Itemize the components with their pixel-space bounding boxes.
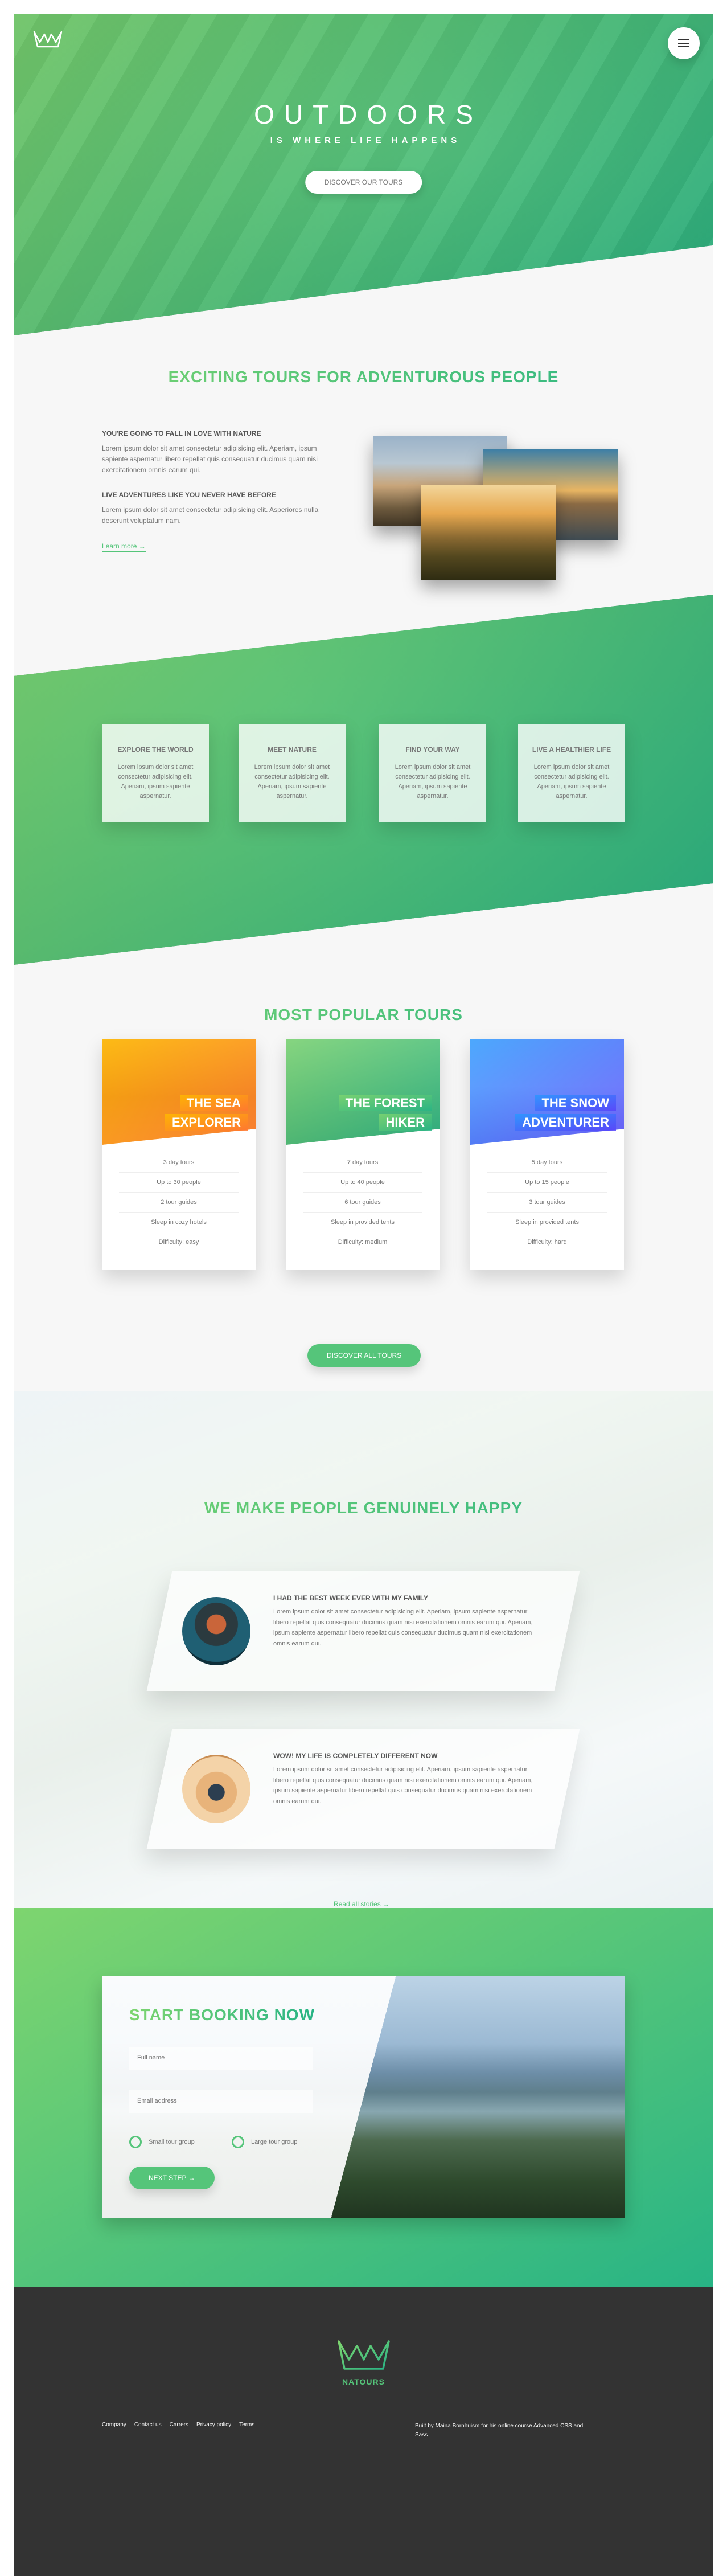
booking-heading: START BOOKING NOW: [129, 2006, 315, 2024]
feature-box: FIND YOUR WAY Lorem ipsum dolor sit amet…: [379, 724, 486, 822]
footer: NATOURS Company Contact us Carrers Priva…: [14, 2287, 713, 2576]
crown-logo-icon: [337, 2340, 390, 2370]
story-text: Lorem ipsum dolor sit amet consectetur a…: [273, 1766, 533, 1805]
feature-title: EXPLORE THE WORLD: [117, 746, 194, 753]
footer-credit: Built by Maina Bornhuism for his online …: [415, 2423, 584, 2438]
radio-small-group[interactable]: Small tour group: [129, 2136, 195, 2148]
about-block1-text: Lorem ipsum dolor sit amet consectetur a…: [102, 444, 318, 474]
stories-heading: WE MAKE PEOPLE GENUINELY HAPPY: [14, 1499, 713, 1517]
email-input[interactable]: [129, 2090, 313, 2113]
tour-details-list: 3 day tours Up to 30 people 2 tour guide…: [119, 1153, 239, 1252]
full-name-input[interactable]: [129, 2047, 313, 2070]
list-item: Sleep in provided tents: [303, 1213, 422, 1232]
radio-icon: [232, 2136, 244, 2148]
list-item: Up to 30 people: [119, 1173, 239, 1193]
feature-text: Lorem ipsum dolor sit amet consectetur a…: [117, 764, 194, 800]
list-item: 3 tour guides: [487, 1193, 607, 1213]
radio-label: Large tour group: [251, 2139, 298, 2145]
story-card: WOW! MY LIFE IS COMPLETELY DIFFERENT NOW…: [146, 1729, 580, 1849]
radio-label: Small tour group: [149, 2139, 195, 2145]
discover-tours-button[interactable]: DISCOVER OUR TOURS: [305, 171, 422, 194]
tour-card-sea[interactable]: THE SEA EXPLORER 3 day tours Up to 30 pe…: [102, 1039, 256, 1270]
story-title: WOW! MY LIFE IS COMPLETELY DIFFERENT NOW: [273, 1752, 438, 1760]
about-text: YOU'RE GOING TO FALL IN LOVE WITH NATURE…: [102, 429, 341, 552]
avatar: [182, 1755, 250, 1823]
tour-details-list: 5 day tours Up to 15 people 3 tour guide…: [487, 1153, 607, 1252]
about-photo-3[interactable]: [421, 485, 556, 580]
about-heading: EXCITING TOURS FOR ADVENTUROUS PEOPLE: [14, 368, 713, 386]
list-item: 6 tour guides: [303, 1193, 422, 1213]
list-item: 2 tour guides: [119, 1193, 239, 1213]
story-title: I HAD THE BEST WEEK EVER WITH MY FAMILY: [273, 1594, 429, 1602]
hamburger-icon: [678, 39, 689, 40]
crown-logo-icon: [33, 31, 63, 48]
feature-text: Lorem ipsum dolor sit amet consectetur a…: [254, 764, 330, 800]
hero-title-main: OUTDOORS: [254, 100, 483, 129]
next-step-button[interactable]: NEXT STEP →: [129, 2167, 215, 2189]
menu-button[interactable]: [668, 27, 700, 59]
page: OUTDOORS IS WHERE LIFE HAPPENS DISCOVER …: [14, 14, 713, 2576]
feature-box: EXPLORE THE WORLD Lorem ipsum dolor sit …: [102, 724, 209, 822]
avatar: [182, 1597, 250, 1665]
about-block2-title: LIVE ADVENTURES LIKE YOU NEVER HAVE BEFO…: [102, 490, 276, 499]
feature-text: Lorem ipsum dolor sit amet consectetur a…: [395, 764, 471, 800]
about-block1-title: YOU'RE GOING TO FALL IN LOVE WITH NATURE: [102, 429, 261, 437]
tour-card-snow[interactable]: THE SNOW ADVENTURER 5 day tours Up to 15…: [470, 1039, 624, 1270]
footer-link-company[interactable]: Company: [102, 2422, 126, 2428]
about-block2-text: Lorem ipsum dolor sit amet consectetur a…: [102, 505, 319, 525]
tours-heading: MOST POPULAR TOURS: [14, 1006, 713, 1024]
footer-link-contact[interactable]: Contact us: [134, 2422, 162, 2428]
footer-brand: NATOURS: [342, 2377, 385, 2386]
tour-card-heading: THE SNOW ADVENTURER: [515, 1094, 616, 1132]
list-item: 7 day tours: [303, 1153, 422, 1173]
radio-icon: [129, 2136, 142, 2148]
feature-title: FIND YOUR WAY: [405, 746, 460, 753]
story-text: Lorem ipsum dolor sit amet consectetur a…: [273, 1608, 533, 1648]
booking-card: START BOOKING NOW Small tour group Large…: [102, 1976, 625, 2218]
list-item: Sleep in provided tents: [487, 1213, 607, 1232]
tour-card-heading: THE SEA EXPLORER: [165, 1094, 248, 1132]
list-item: Difficulty: medium: [338, 1239, 388, 1246]
feature-title: MEET NATURE: [268, 746, 317, 753]
feature-box: LIVE A HEALTHIER LIFE Lorem ipsum dolor …: [518, 724, 625, 822]
footer-link-terms[interactable]: Terms: [239, 2422, 254, 2428]
logo[interactable]: [32, 30, 64, 53]
footer-logo[interactable]: NATOURS: [335, 2338, 392, 2386]
learn-more-link[interactable]: Learn more →: [102, 542, 146, 552]
list-item: Sleep in cozy hotels: [119, 1213, 239, 1232]
hero-title: OUTDOORS IS WHERE LIFE HAPPENS: [14, 99, 713, 145]
list-item: Up to 15 people: [487, 1173, 607, 1193]
list-item: Difficulty: hard: [527, 1239, 567, 1246]
list-item: Difficulty: easy: [158, 1239, 199, 1246]
tour-details-list: 7 day tours Up to 40 people 6 tour guide…: [303, 1153, 422, 1252]
tour-card-forest[interactable]: THE FOREST HIKER 7 day tours Up to 40 pe…: [286, 1039, 440, 1270]
footer-link-carrers[interactable]: Carrers: [170, 2422, 188, 2428]
radio-large-group[interactable]: Large tour group: [232, 2136, 297, 2148]
footer-link-privacy[interactable]: Privacy policy: [196, 2422, 231, 2428]
feature-title: LIVE A HEALTHIER LIFE: [532, 746, 611, 753]
footer-nav: Company Contact us Carrers Privacy polic…: [102, 2422, 254, 2428]
list-item: Up to 40 people: [303, 1173, 422, 1193]
discover-all-tours-button[interactable]: DISCOVER ALL TOURS: [307, 1344, 421, 1367]
tour-card-heading: THE FOREST HIKER: [338, 1094, 432, 1132]
feature-text: Lorem ipsum dolor sit amet consectetur a…: [533, 764, 610, 800]
list-item: 3 day tours: [119, 1153, 239, 1173]
hero-title-sub: IS WHERE LIFE HAPPENS: [270, 136, 461, 145]
story-card: I HAD THE BEST WEEK EVER WITH MY FAMILY …: [146, 1571, 580, 1691]
feature-box: MEET NATURE Lorem ipsum dolor sit amet c…: [239, 724, 346, 822]
list-item: 5 day tours: [487, 1153, 607, 1173]
